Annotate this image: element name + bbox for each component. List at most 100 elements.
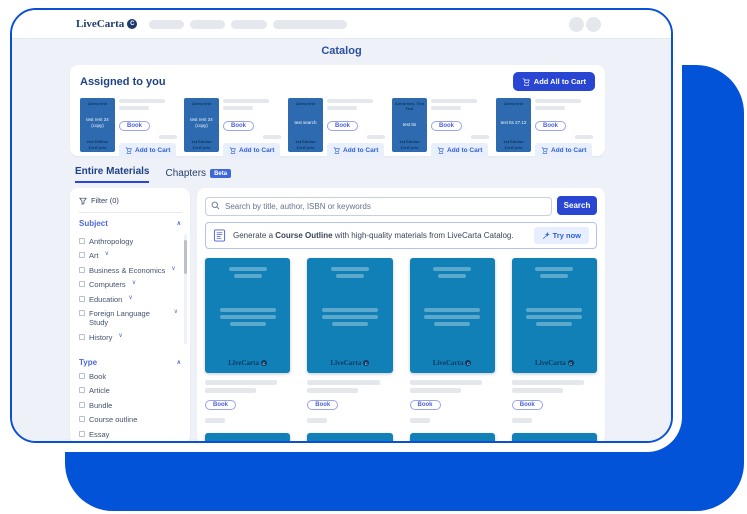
tab-entire-materials[interactable]: Entire Materials [75, 166, 149, 183]
filter-option[interactable]: Anthropology [79, 237, 178, 246]
checkbox[interactable] [79, 373, 85, 379]
book-cover[interactable] [512, 433, 597, 443]
banner-text: Generate a Course Outline with high-qual… [233, 231, 514, 240]
add-to-cart-button[interactable]: Add to Cart [223, 143, 280, 158]
nav-placeholder-links [149, 20, 347, 29]
book-card[interactable]: LiveCartaC Book [410, 258, 495, 423]
book-cover[interactable] [410, 433, 495, 443]
checkbox[interactable] [79, 296, 85, 302]
try-now-button[interactable]: Try now [534, 227, 589, 244]
title-placeholder [307, 380, 379, 385]
filter-option[interactable]: Language Arts & Disciplines [79, 347, 178, 348]
assigned-card[interactable]: Alena test test search 1st Edition LiveC… [288, 98, 387, 159]
book-cover[interactable] [205, 433, 290, 443]
assigned-card[interactable]: Alena test, Test Test test tts 1st Editi… [392, 98, 491, 159]
cover-brand: LiveCarta [394, 145, 425, 150]
book-cover-thumbnail[interactable]: Alena test test rent 34 (copy) 2nd Editi… [80, 98, 115, 152]
book-card[interactable]: LiveCartaC Book [512, 258, 597, 423]
scrollbar-thumb[interactable] [184, 240, 187, 274]
price-placeholder [575, 135, 593, 139]
book-cover[interactable]: LiveCartaC [205, 258, 290, 373]
checkbox[interactable] [79, 334, 85, 340]
book-card[interactable]: LiveCartaC Book [307, 258, 392, 423]
logo-icon: C [127, 19, 137, 29]
book-grid: LiveCartaC Book [205, 258, 597, 443]
cover-brand: LiveCartaC [433, 359, 472, 367]
book-cover[interactable]: LiveCartaC [307, 258, 392, 373]
price-placeholder [471, 135, 489, 139]
livecarta-logo[interactable]: LiveCarta C [76, 18, 137, 30]
checkbox[interactable] [79, 267, 85, 273]
checkbox[interactable] [79, 387, 85, 393]
filter-header[interactable]: Filter (0) [79, 196, 190, 205]
checkbox[interactable] [79, 431, 85, 437]
subtitle-placeholder [119, 106, 149, 110]
checkbox[interactable] [79, 416, 85, 422]
chevron-up-icon[interactable]: ∧ [177, 220, 181, 227]
avatar-placeholder[interactable] [586, 17, 601, 32]
filter-section-type[interactable]: Type ∧ [79, 358, 190, 367]
search-input[interactable] [205, 197, 552, 216]
book-cover-thumbnail[interactable]: Alena test, Test Test test tts 1st Editi… [392, 98, 427, 152]
nav-placeholder[interactable] [149, 20, 184, 29]
page-content: Assigned to you Add All to Cart Alena te… [12, 63, 671, 441]
chevron-up-icon[interactable]: ∧ [177, 359, 181, 366]
chevron-down-icon[interactable]: ∨ [174, 309, 178, 317]
filter-option[interactable]: Computers∨ [79, 280, 178, 289]
book-cover-thumbnail[interactable]: Alena test test rent 34 (copy) 1st Editi… [184, 98, 219, 152]
assigned-card[interactable]: Alena test test rent 34 (copy) 1st Editi… [184, 98, 283, 159]
chevron-down-icon[interactable]: ∨ [105, 251, 109, 259]
price-placeholder [159, 135, 177, 139]
checkbox[interactable] [79, 252, 85, 258]
avatar-placeholder[interactable] [569, 17, 584, 32]
checkbox[interactable] [79, 310, 85, 316]
checkbox[interactable] [79, 238, 85, 244]
book-cover-thumbnail[interactable]: Alena test test search 1st Edition LiveC… [288, 98, 323, 152]
filter-option[interactable]: Education∨ [79, 295, 178, 304]
filter-option[interactable]: Essay [79, 430, 178, 439]
filter-section-subject[interactable]: Subject ∧ [79, 219, 190, 228]
assigned-card[interactable]: Alena test test tts 27.12 1st Edition Li… [496, 98, 595, 159]
cover-brand: LiveCartaC [535, 359, 574, 367]
filter-option[interactable]: Foreign Language Study∨ [79, 309, 178, 328]
book-cover[interactable]: LiveCartaC [410, 258, 495, 373]
price-placeholder [205, 418, 225, 423]
nav-avatars [569, 17, 601, 32]
brand-dot-icon: C [261, 360, 267, 366]
checkbox[interactable] [79, 402, 85, 408]
add-to-cart-button[interactable]: Add to Cart [327, 143, 384, 158]
filter-option[interactable]: Business & Economics∨ [79, 266, 178, 275]
nav-placeholder[interactable] [273, 20, 347, 29]
tab-chapters[interactable]: Chapters Beta [165, 168, 231, 183]
cover-brand: LiveCarta [186, 145, 217, 150]
nav-placeholder[interactable] [231, 20, 267, 29]
chevron-down-icon[interactable]: ∨ [128, 295, 132, 303]
filter-option[interactable]: Article [79, 386, 178, 395]
assigned-card[interactable]: Alena test test rent 34 (copy) 2nd Editi… [80, 98, 179, 159]
book-cover[interactable] [307, 433, 392, 443]
cart-icon [229, 147, 236, 154]
book-cover-thumbnail[interactable]: Alena test test tts 27.12 1st Edition Li… [496, 98, 531, 152]
top-nav: LiveCarta C [12, 10, 671, 38]
checkbox[interactable] [79, 281, 85, 287]
title-placeholder [205, 380, 277, 385]
chevron-down-icon[interactable]: ∨ [118, 333, 122, 341]
book-card[interactable]: LiveCartaC Book [205, 258, 290, 423]
filter-option[interactable]: Course outline [79, 415, 178, 424]
add-to-cart-button[interactable]: Add to Cart [535, 143, 592, 158]
nav-placeholder[interactable] [190, 20, 225, 29]
filter-option[interactable]: Book [79, 372, 178, 381]
cart-icon [541, 147, 548, 154]
filter-option[interactable]: Art∨ [79, 251, 178, 260]
filter-option[interactable]: Bundle [79, 401, 178, 410]
filter-option[interactable]: History∨ [79, 333, 178, 342]
add-all-to-cart-button[interactable]: Add All to Cart [513, 72, 595, 91]
catalog-main: Search Generate a Course Outline with hi… [197, 188, 605, 443]
book-cover[interactable]: LiveCartaC [512, 258, 597, 373]
add-to-cart-button[interactable]: Add to Cart [431, 143, 488, 158]
search-button[interactable]: Search [557, 196, 597, 215]
catalog-tabs: Entire Materials Chapters Beta [70, 166, 605, 183]
chevron-down-icon[interactable]: ∨ [132, 280, 136, 288]
chevron-down-icon[interactable]: ∨ [171, 266, 175, 274]
add-to-cart-button[interactable]: Add to Cart [119, 143, 176, 158]
